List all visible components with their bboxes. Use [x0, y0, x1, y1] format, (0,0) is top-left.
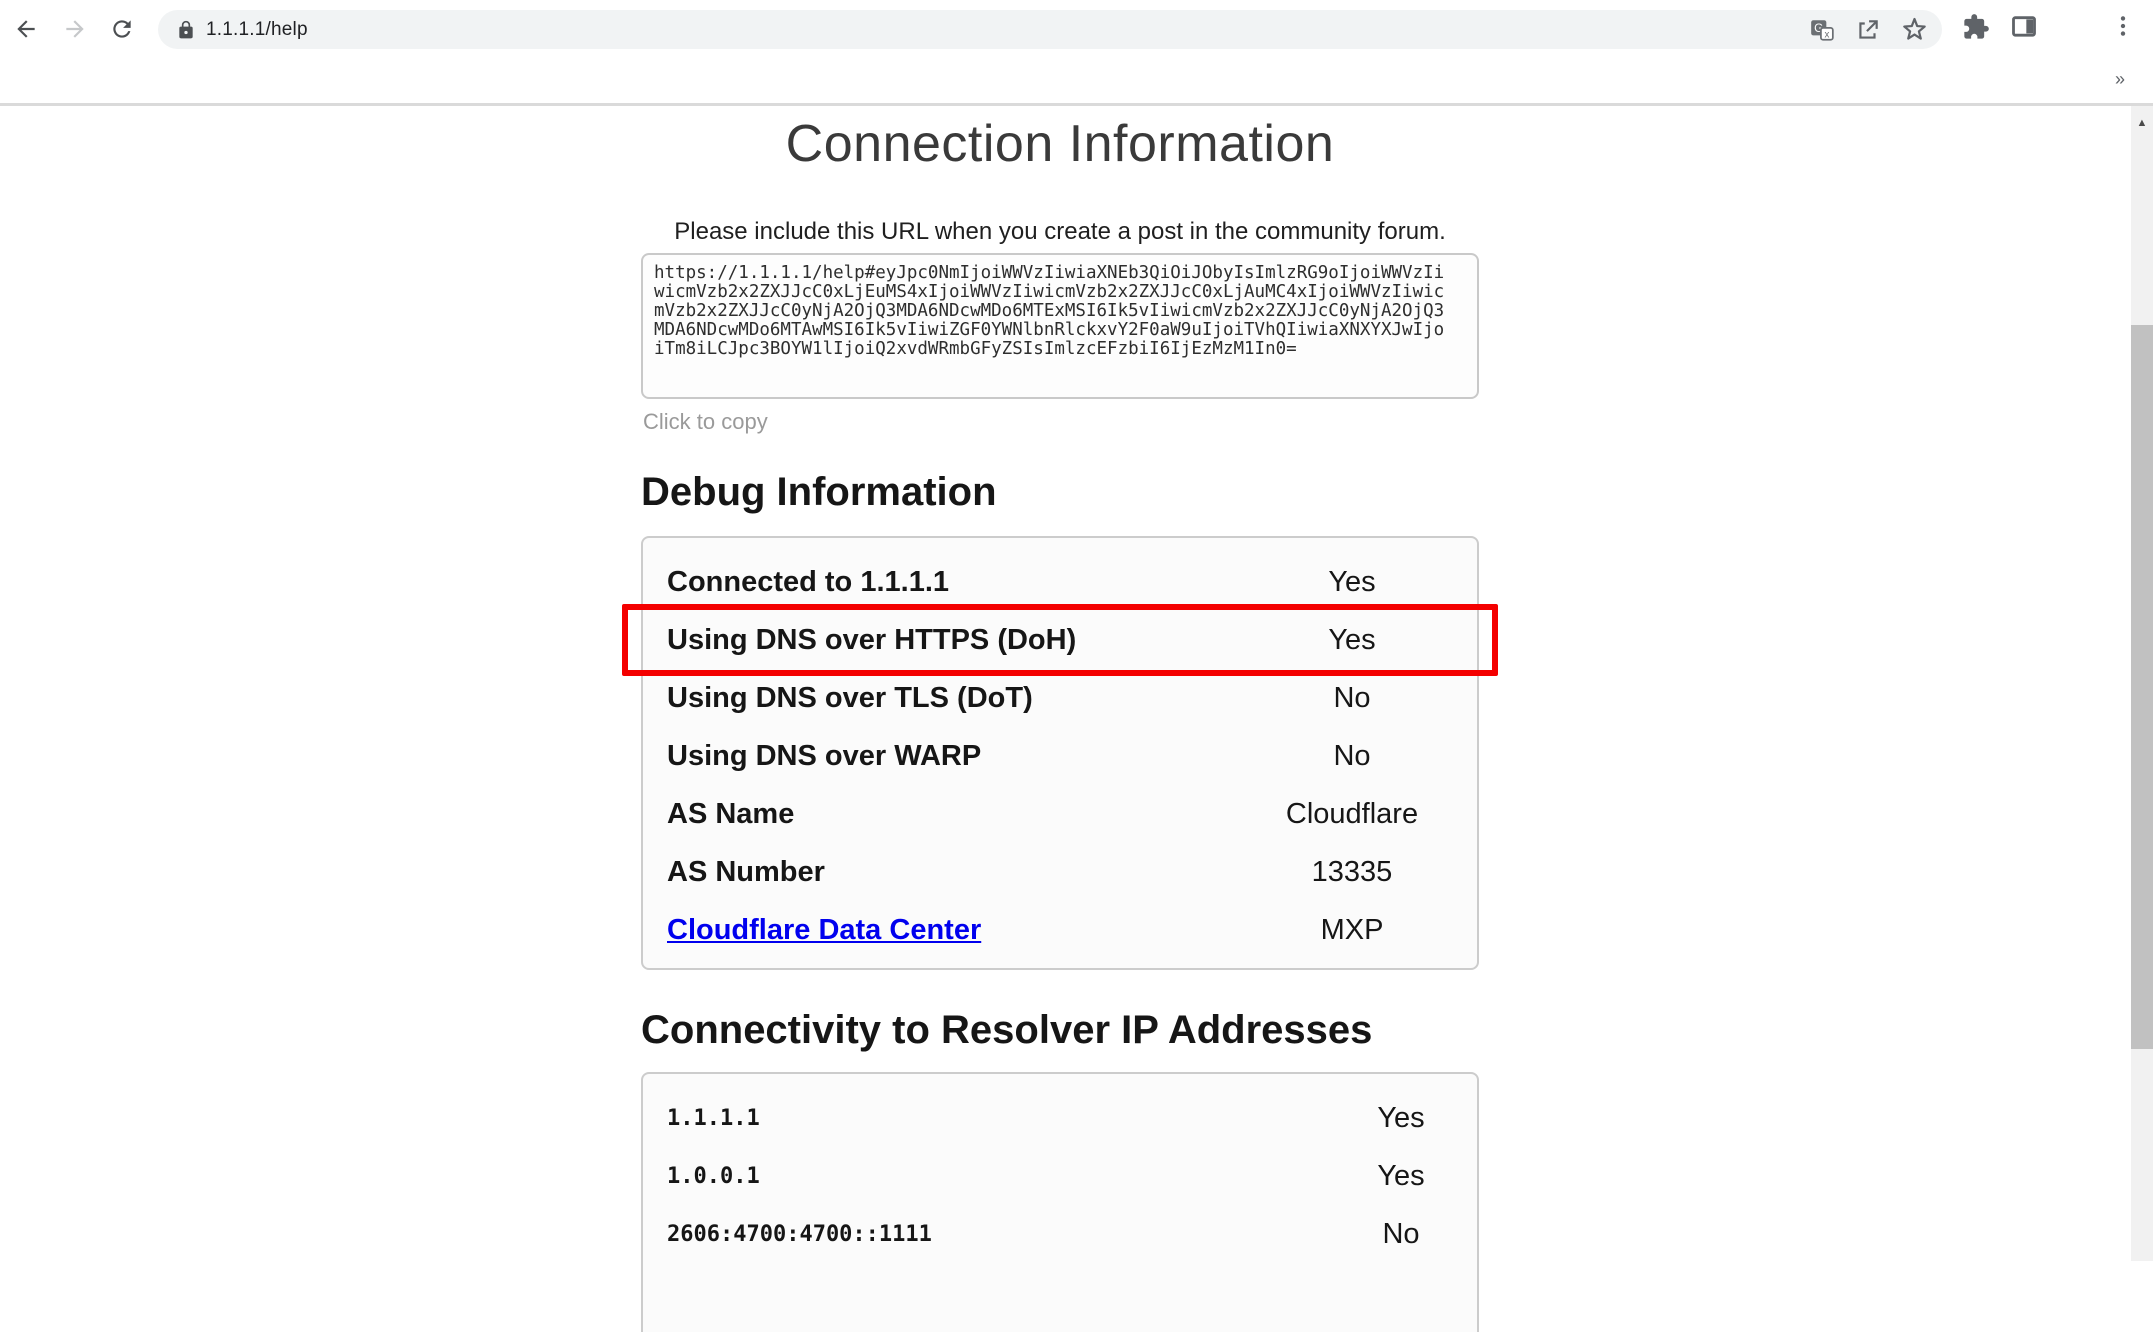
page-title: Connection Information	[641, 114, 1479, 174]
table-row: AS Number13335	[643, 843, 1477, 901]
extensions-button[interactable]	[1962, 13, 1990, 41]
row-value: Yes	[1325, 1160, 1477, 1193]
row-label: 2606:4700:4700::1111	[667, 1222, 1325, 1247]
table-row: Using DNS over HTTPS (DoH)Yes	[643, 611, 1477, 669]
browser-toolbar: 1.1.1.1/help G x	[0, 0, 2153, 103]
toolbar-divider	[0, 103, 2153, 106]
resolver-table: 1.1.1.1Yes1.0.0.1Yes2606:4700:4700::1111…	[641, 1072, 1479, 1332]
row-value: No	[1227, 740, 1477, 773]
browser-window: 1.1.1.1/help G x	[0, 0, 2153, 1261]
table-row: Connected to 1.1.1.1Yes	[643, 553, 1477, 611]
debug-section-heading: Debug Information	[641, 470, 997, 515]
row-value: No	[1227, 682, 1477, 715]
row-value: MXP	[1227, 914, 1477, 947]
translate-icon[interactable]: G x	[1809, 17, 1835, 43]
row-value: Yes	[1227, 566, 1477, 599]
row-value: No	[1325, 1218, 1477, 1251]
bookmark-star-icon[interactable]	[1901, 16, 1928, 43]
row-label: AS Name	[667, 798, 1227, 831]
debug-table: Connected to 1.1.1.1YesUsing DNS over HT…	[641, 536, 1479, 970]
click-to-copy-hint: Click to copy	[643, 409, 768, 435]
reload-icon	[109, 16, 135, 42]
back-button[interactable]	[10, 13, 42, 45]
reload-button[interactable]	[106, 13, 138, 45]
scrollbar-thumb[interactable]	[2131, 325, 2153, 1049]
lock-icon[interactable]	[176, 20, 196, 40]
three-dot-menu-icon	[2110, 13, 2136, 39]
table-row: Using DNS over WARPNo	[643, 727, 1477, 785]
table-row: Cloudflare Data CenterMXP	[643, 901, 1477, 959]
table-row: 1.1.1.1Yes	[643, 1089, 1477, 1147]
row-label: Using DNS over HTTPS (DoH)	[667, 624, 1227, 657]
row-label: Using DNS over TLS (DoT)	[667, 682, 1227, 715]
forum-instruction-text: Please include this URL when you create …	[641, 218, 1479, 246]
side-panel-icon	[2010, 13, 2038, 41]
row-label: 1.0.0.1	[667, 1164, 1325, 1189]
datacenter-link[interactable]: Cloudflare Data Center	[667, 914, 1227, 947]
bookmarks-overflow-chevron[interactable]: »	[2102, 58, 2138, 100]
row-value: Yes	[1325, 1102, 1477, 1135]
menu-button[interactable]	[2110, 13, 2136, 39]
back-arrow-icon	[13, 16, 39, 42]
share-url-text[interactable]: https://1.1.1.1/help#eyJpc0NmIjoiWWVzIiw…	[654, 264, 1466, 359]
forward-button[interactable]	[59, 13, 91, 45]
table-row: AS NameCloudflare	[643, 785, 1477, 843]
row-value: 13335	[1227, 856, 1477, 889]
row-label: Connected to 1.1.1.1	[667, 566, 1227, 599]
forward-arrow-icon	[62, 16, 88, 42]
share-url-box[interactable]: https://1.1.1.1/help#eyJpc0NmIjoiWWVzIiw…	[641, 253, 1479, 399]
table-row: 2606:4700:4700::1111No	[643, 1205, 1477, 1263]
row-label: AS Number	[667, 856, 1227, 889]
row-label: Using DNS over WARP	[667, 740, 1227, 773]
vertical-scrollbar[interactable]: ▲	[2131, 106, 2153, 1261]
share-icon[interactable]	[1855, 17, 1881, 43]
row-value: Cloudflare	[1227, 798, 1477, 831]
table-row: 1.0.0.1Yes	[643, 1147, 1477, 1205]
table-row: Using DNS over TLS (DoT)No	[643, 669, 1477, 727]
address-bar[interactable]: 1.1.1.1/help G x	[158, 10, 1942, 49]
side-panel-button[interactable]	[2010, 13, 2038, 41]
puzzle-icon	[1962, 13, 1990, 41]
url-text[interactable]: 1.1.1.1/help	[206, 19, 308, 41]
svg-text:x: x	[1824, 29, 1829, 40]
scrollbar-up-arrow-icon[interactable]: ▲	[2131, 112, 2153, 134]
row-value: Yes	[1227, 624, 1477, 657]
row-label: 1.1.1.1	[667, 1106, 1325, 1131]
resolver-section-heading: Connectivity to Resolver IP Addresses	[641, 1008, 1372, 1053]
